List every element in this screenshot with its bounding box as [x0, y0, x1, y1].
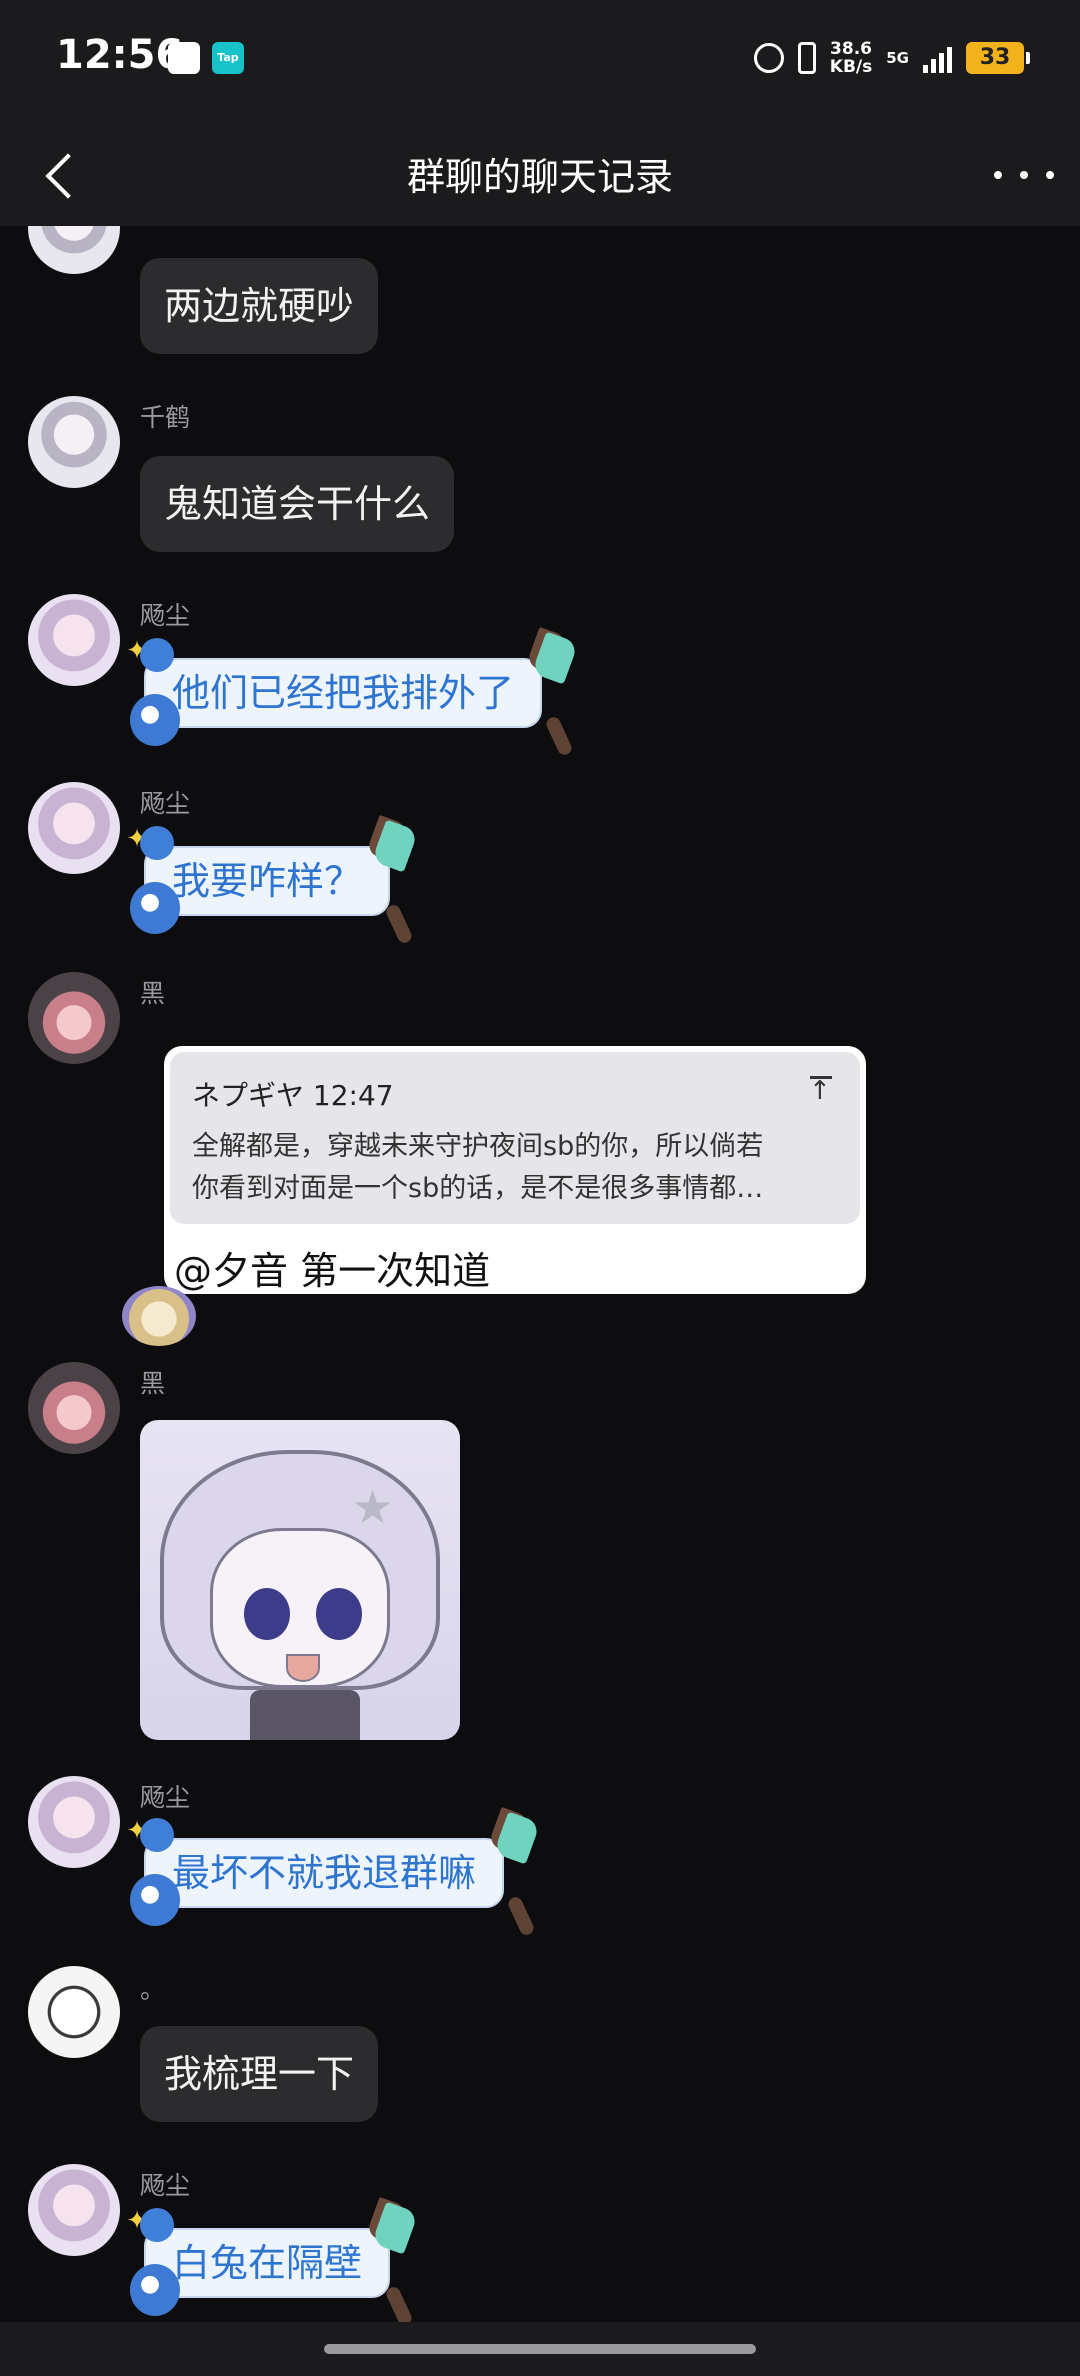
quoted-text-line: 全解都是，穿越未来守护夜间sb的你，所以倘若 — [192, 1131, 764, 1162]
message-bubble-decorated[interactable]: 白兔在隔壁 — [144, 2228, 391, 2298]
reply-message[interactable]: ネプギヤ 12:47 全解都是，穿越未来守护夜间sb的你，所以倘若 你看到对面是… — [164, 1046, 866, 1294]
message-bubble[interactable]: 两边就硬吵 — [140, 258, 379, 354]
quoted-author: ネプギヤ 12:47 — [192, 1079, 394, 1112]
bubble-decoration-icon — [140, 638, 174, 672]
more-options-icon[interactable] — [994, 150, 1054, 200]
bird-decoration-icon — [130, 2264, 180, 2316]
sender-name: 飏尘 — [140, 601, 191, 630]
bubble-decoration-icon — [140, 1818, 174, 1852]
bird-decoration-icon — [130, 882, 180, 934]
status-time: 12:56 — [56, 32, 184, 78]
qq-notification-icon — [168, 42, 200, 74]
top-bar: 群聊的聊天记录 — [0, 120, 1080, 226]
avatar[interactable] — [28, 594, 120, 686]
jump-to-quote-icon[interactable] — [806, 1076, 836, 1106]
status-bar: 12:56 Tap 38.6 KB/s 5G 33 — [0, 0, 1080, 120]
branch-decoration-icon — [544, 714, 574, 758]
avatar[interactable] — [28, 226, 120, 274]
signal-icon — [923, 43, 952, 73]
vibrate-icon — [797, 42, 816, 74]
alarm-icon — [753, 43, 784, 73]
branch-decoration-icon — [506, 1894, 536, 1938]
avatar[interactable] — [28, 1362, 120, 1454]
network-speed-value: 38.6 — [830, 39, 872, 59]
branch-decoration-icon — [384, 2284, 414, 2322]
bubble-decoration-icon — [140, 826, 174, 860]
page-title: 群聊的聊天记录 — [406, 155, 673, 199]
branch-decoration-icon — [384, 902, 414, 946]
reply-text: @夕音 第一次知道 — [174, 1249, 491, 1293]
taptap-notification-icon: Tap — [212, 42, 244, 74]
sender-name: 黑 — [140, 1369, 166, 1398]
battery-icon: 33 — [966, 42, 1030, 74]
status-right-group: 38.6 KB/s 5G 33 — [753, 36, 1030, 80]
avatar[interactable] — [28, 1776, 120, 1868]
quoted-text-line: 你看到对面是一个sb的话，是不是很多事情都… — [192, 1173, 764, 1204]
message-bubble[interactable]: 我梳理一下 — [140, 2026, 379, 2122]
bird-decoration-icon — [130, 694, 180, 746]
message-bubble-decorated[interactable]: 我要咋样？ — [144, 846, 391, 916]
sender-name: 千鹤 — [140, 403, 191, 432]
bird-decoration-icon — [130, 1874, 180, 1926]
network-type: 5G — [886, 48, 909, 67]
quoted-message[interactable]: ネプギヤ 12:47 全解都是，穿越未来守护夜间sb的你，所以倘若 你看到对面是… — [170, 1052, 860, 1224]
avatar[interactable] — [28, 782, 120, 874]
bubble-decoration-icon — [140, 2208, 174, 2242]
sender-name: 。 — [140, 1975, 166, 2004]
avatar[interactable] — [28, 396, 120, 488]
bubble-character-decoration-icon — [122, 1286, 196, 1346]
message-bubble-decorated[interactable]: 最坏不就我退群嘛 — [144, 1838, 505, 1908]
avatar[interactable] — [28, 2164, 120, 2256]
anime-girl-sticker[interactable]: ★ — [140, 1420, 460, 1740]
sender-name: 黑 — [140, 979, 166, 1008]
sender-name: 飏尘 — [140, 1783, 191, 1812]
avatar[interactable] — [28, 1966, 120, 2058]
network-speed-unit: KB/s — [829, 57, 873, 77]
message-bubble[interactable]: 鬼知道会干什么 — [140, 456, 455, 552]
avatar[interactable] — [28, 972, 120, 1064]
home-indicator[interactable] — [324, 2344, 756, 2354]
network-speed: 38.6 KB/s — [830, 40, 872, 76]
sender-name: 飏尘 — [140, 789, 191, 818]
sender-name: 飏尘 — [140, 2171, 191, 2200]
quoted-text: 全解都是，穿越未来守护夜间sb的你，所以倘若 你看到对面是一个sb的话，是不是很… — [192, 1126, 842, 1210]
chat-history[interactable]: 两边就硬吵 千鹤 鬼知道会干什么 飏尘 他们已经把我排外了 ✦ 飏尘 我要咋样？… — [0, 226, 1080, 2322]
message-bubble-decorated[interactable]: 他们已经把我排外了 — [144, 658, 543, 728]
